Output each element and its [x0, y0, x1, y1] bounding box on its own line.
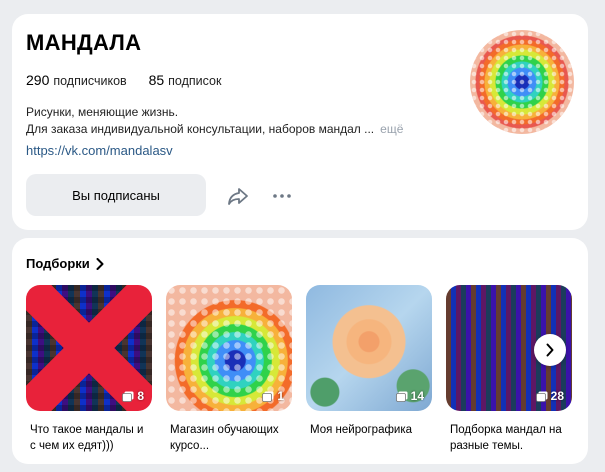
profile-description: Рисунки, меняющие жизнь. Для заказа инди…: [26, 104, 403, 138]
photos-icon: [262, 391, 274, 402]
collection-caption: Моя нейрографика: [310, 424, 413, 436]
photo-count: 1: [262, 389, 284, 403]
collection-item[interactable]: 14 Моя нейрографика: [306, 285, 432, 438]
profile-link[interactable]: https://vk.com/mandalasv: [26, 143, 173, 158]
collection-thumbnail: 14: [306, 285, 432, 411]
subscribers-count: 290: [26, 72, 50, 88]
subscribers-label: подписчиков: [53, 74, 127, 88]
carousel-next-button[interactable]: [534, 334, 566, 366]
profile-card: МАНДАЛА 290 подписчиков 85 подписок Рисунк…: [12, 14, 588, 230]
avatar[interactable]: [470, 30, 574, 134]
more-dots-icon: [273, 194, 291, 198]
share-button[interactable]: [226, 184, 250, 208]
photos-icon: [535, 391, 548, 402]
collections-title: Подборки: [26, 256, 90, 271]
collection-item[interactable]: 1 Магазин обучающих курсо...: [166, 285, 292, 454]
collections-card: Подборки 8 Что такое мандалы и с чем их …: [12, 238, 588, 464]
collection-caption: Магазин обучающих курсо...: [170, 424, 279, 452]
share-icon: [228, 188, 248, 205]
chevron-right-icon: [546, 343, 554, 357]
show-more-link[interactable]: ещё: [380, 122, 403, 136]
subscriptions-stat[interactable]: 85 подписок: [149, 72, 222, 88]
avatar-pattern: [470, 30, 574, 134]
subscribed-button[interactable]: Вы подписаны: [26, 174, 206, 216]
collection-item[interactable]: 8 Что такое мандалы и с чем их едят))): [26, 285, 152, 454]
description-line-2: Для заказа индивидуальной консультации, …: [26, 122, 375, 136]
photo-count: 28: [535, 389, 564, 403]
more-button[interactable]: [270, 184, 294, 208]
photo-count: 14: [395, 389, 424, 403]
collection-thumbnail: 1: [166, 285, 292, 411]
collection-thumbnail: 8: [26, 285, 152, 411]
photos-icon: [395, 391, 408, 402]
collection-caption: Подборка мандал на разные темы.: [450, 424, 562, 452]
collection-caption: Что такое мандалы и с чем их едят))): [30, 424, 144, 452]
photos-icon: [122, 391, 134, 402]
stats-row: 290 подписчиков 85 подписок: [26, 72, 239, 88]
page-title: МАНДАЛА: [26, 30, 142, 55]
photo-count: 8: [122, 389, 144, 403]
collections-header[interactable]: Подборки: [26, 256, 104, 271]
subscriptions-count: 85: [148, 72, 165, 88]
collection-item[interactable]: 28 Подборка мандал на разные темы.: [446, 285, 572, 454]
description-line-1: Рисунки, меняющие жизнь.: [26, 105, 179, 119]
subscriptions-label: подписок: [168, 74, 222, 88]
subscribers-stat[interactable]: 290 подписчиков: [26, 72, 131, 88]
chevron-right-icon: [96, 257, 104, 270]
